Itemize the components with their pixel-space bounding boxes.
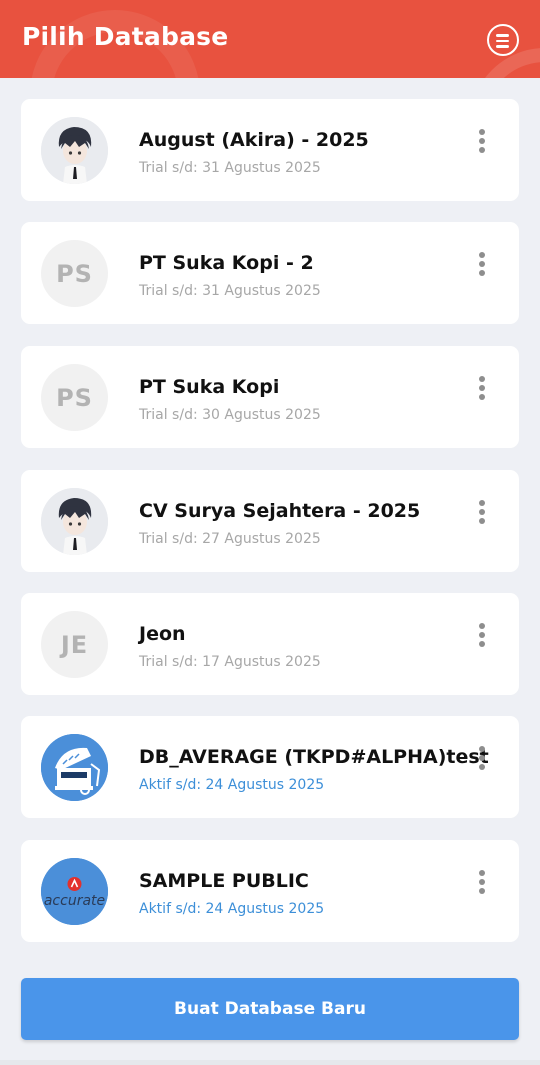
more-options-icon[interactable] <box>473 127 491 153</box>
avatar-initials: PS <box>41 364 108 431</box>
bottom-divider <box>0 1060 540 1065</box>
create-database-button[interactable]: Buat Database Baru <box>21 978 519 1040</box>
database-status: Trial s/d: 17 Agustus 2025 <box>139 654 321 670</box>
database-status: Aktif s/d: 24 Agustus 2025 <box>139 901 325 917</box>
menu-icon[interactable] <box>487 24 519 56</box>
more-options-icon[interactable] <box>473 374 491 400</box>
database-status: Aktif s/d: 24 Agustus 2025 <box>139 777 325 793</box>
more-options-icon[interactable] <box>473 250 491 276</box>
more-options-icon[interactable] <box>473 868 491 894</box>
database-card[interactable]: August (Akira) - 2025 Trial s/d: 31 Agus… <box>21 99 519 201</box>
database-card[interactable]: accurate SAMPLE PUBLIC Aktif s/d: 24 Agu… <box>21 840 519 942</box>
database-status: Trial s/d: 27 Agustus 2025 <box>139 531 321 547</box>
database-status: Trial s/d: 31 Agustus 2025 <box>139 160 321 176</box>
cashier-icon <box>41 734 108 801</box>
database-card[interactable]: PS PT Suka Kopi Trial s/d: 30 Agustus 20… <box>21 346 519 448</box>
more-options-icon[interactable] <box>473 498 491 524</box>
database-card[interactable]: PS PT Suka Kopi - 2 Trial s/d: 31 Agustu… <box>21 222 519 324</box>
database-name: PT Suka Kopi <box>139 376 280 398</box>
accurate-logo: accurate <box>41 858 108 925</box>
database-status: Trial s/d: 31 Agustus 2025 <box>139 283 321 299</box>
avatar-initials: PS <box>41 240 108 307</box>
anime-avatar-icon <box>41 117 108 184</box>
database-status: Trial s/d: 30 Agustus 2025 <box>139 407 321 423</box>
database-name: August (Akira) - 2025 <box>139 129 369 151</box>
svg-text:accurate: accurate <box>44 893 105 909</box>
database-name: SAMPLE PUBLIC <box>139 870 309 892</box>
database-name: CV Surya Sejahtera - 2025 <box>139 500 421 522</box>
app-bar: Pilih Database <box>0 0 540 78</box>
avatar-photo <box>41 488 108 555</box>
database-name: Jeon <box>139 623 186 645</box>
database-card[interactable]: CV Surya Sejahtera - 2025 Trial s/d: 27 … <box>21 470 519 572</box>
database-card[interactable]: DB_AVERAGE (TKPD#ALPHA)test Aktif s/d: 2… <box>21 716 519 818</box>
database-name: PT Suka Kopi - 2 <box>139 252 314 274</box>
page-title: Pilih Database <box>22 22 229 51</box>
anime-avatar-icon <box>41 488 108 555</box>
database-card[interactable]: JE Jeon Trial s/d: 17 Agustus 2025 <box>21 593 519 695</box>
avatar-photo <box>41 117 108 184</box>
more-options-icon[interactable] <box>473 744 491 770</box>
avatar-initials: JE <box>41 611 108 678</box>
database-name: DB_AVERAGE (TKPD#ALPHA)test <box>139 746 489 768</box>
more-options-icon[interactable] <box>473 621 491 647</box>
